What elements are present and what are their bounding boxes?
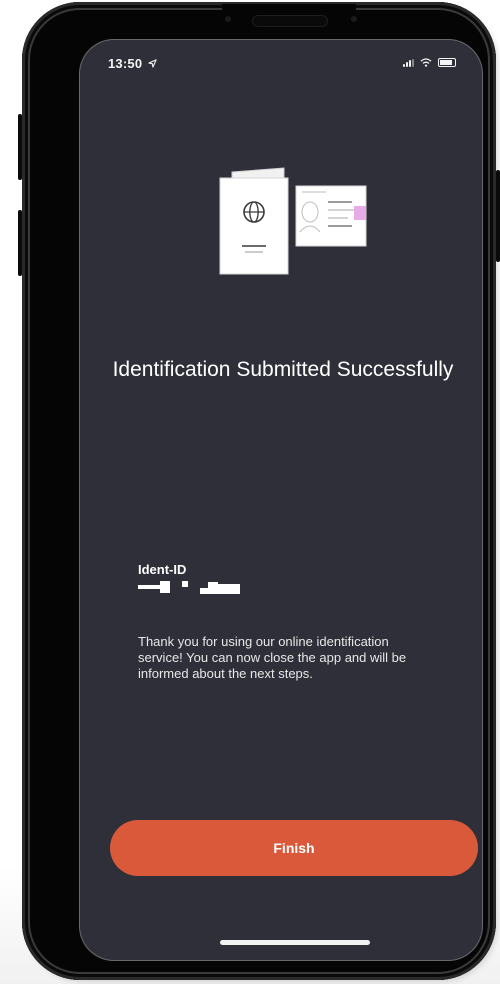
battery-icon <box>438 58 456 67</box>
stage: 13:50 Identification Submitted Successfu… <box>0 0 500 984</box>
power-button <box>496 170 500 262</box>
status-bar: 13:50 <box>80 40 482 80</box>
passport-and-id-card-icon <box>219 167 367 275</box>
volume-down-button <box>18 210 22 276</box>
confirmation-message: Thank you for using our online identific… <box>138 634 407 681</box>
status-icons <box>403 58 456 67</box>
page-title: Identification Submitted Successfully <box>112 358 454 381</box>
sensor-dot-left <box>225 16 231 22</box>
status-time: 13:50 <box>108 56 157 71</box>
sensor-dot-right <box>351 16 357 22</box>
ident-id-label: Ident-ID <box>138 562 187 577</box>
home-indicator[interactable] <box>220 940 370 945</box>
finish-button[interactable]: Finish <box>110 820 478 876</box>
status-time-text: 13:50 <box>108 56 143 71</box>
location-arrow-icon <box>148 59 157 68</box>
redacted-code-icon <box>138 581 240 594</box>
phone-speaker <box>253 16 327 26</box>
phone-frame: 13:50 Identification Submitted Successfu… <box>18 2 500 980</box>
app-screen: 13:50 Identification Submitted Successfu… <box>80 40 482 960</box>
volume-up-button <box>18 114 22 180</box>
wifi-icon <box>420 58 432 67</box>
cellular-signal-icon <box>403 58 414 67</box>
